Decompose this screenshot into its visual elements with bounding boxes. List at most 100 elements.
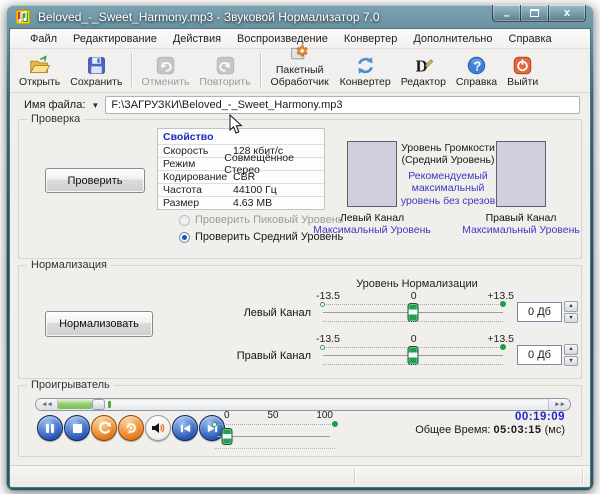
check-section-label: Проверка	[27, 113, 84, 125]
current-time: 00:19:09	[415, 411, 565, 423]
menu-file[interactable]: Файл	[30, 33, 57, 45]
convert-arrows-icon	[355, 55, 376, 76]
stop-icon	[73, 424, 82, 433]
left-channel-meter	[347, 141, 397, 207]
toolbar: Открыть Сохранить Отменить Повторить Пак…	[10, 49, 590, 93]
table-row: Размер4.63 MB	[158, 196, 324, 209]
spin-up-icon[interactable]: ▲	[564, 344, 578, 355]
menu-extra[interactable]: Дополнительно	[413, 33, 492, 45]
left-slider-label: Левый Канал	[211, 307, 311, 319]
save-button[interactable]: Сохранить	[65, 54, 127, 89]
radio-icon	[179, 215, 190, 226]
meter-hint: Рекомендуемый максимальный уровень без с…	[397, 170, 499, 207]
volume-scale: 050100	[215, 410, 335, 421]
client-area: Файл Редактирование Действия Воспроизвед…	[10, 29, 590, 487]
right-slider-scale: -13.50+13.5	[316, 333, 514, 345]
previous-button[interactable]	[172, 415, 198, 441]
repeat-icon	[124, 421, 138, 435]
seek-track[interactable]	[58, 399, 548, 410]
menu-converter[interactable]: Конвертер	[344, 33, 397, 45]
range-start-icon	[320, 345, 325, 350]
volume-thumb[interactable]	[222, 428, 233, 445]
radio-checked-icon[interactable]	[179, 232, 190, 243]
left-max-level-label: Максимальный Уровень	[305, 224, 439, 236]
mute-button[interactable]	[145, 415, 171, 441]
editor-icon: D	[413, 55, 434, 76]
exit-power-icon	[512, 55, 533, 76]
total-time-label: Общее Время:	[415, 424, 490, 436]
help-icon: ?	[466, 55, 487, 76]
seek-progress-fill	[58, 400, 92, 409]
seek-back-icon[interactable]: ◄◄	[36, 399, 58, 410]
app-window: Beloved_-_Sweet_Harmony.mp3 - Звуковой Н…	[6, 5, 594, 491]
shuffle-button[interactable]	[91, 415, 117, 441]
normalization-section-label: Нормализация	[27, 259, 111, 271]
player-buttons	[37, 415, 225, 441]
file-name-label: Имя файла:	[24, 99, 85, 111]
left-db-input[interactable]: 0 Дб	[517, 302, 562, 322]
left-db-stepper: ▲ ▼	[564, 301, 578, 323]
menu-edit[interactable]: Редактирование	[73, 33, 157, 45]
right-channel-label: Правый Канал	[465, 212, 577, 224]
normalization-section: Нормализация Нормализовать Уровень Норма…	[18, 265, 582, 379]
range-start-icon	[320, 302, 325, 307]
right-max-level-label: Максимальный Уровень	[454, 224, 588, 236]
undo-icon	[155, 55, 176, 76]
volume-ticks	[215, 424, 335, 425]
left-slider-thumb[interactable]	[408, 303, 419, 322]
menu-help[interactable]: Справка	[509, 33, 552, 45]
left-slider-scale: -13.50+13.5	[316, 290, 514, 302]
batch-processor-button[interactable]: Пакетный Обработчик	[265, 42, 335, 89]
repeat-button[interactable]	[118, 415, 144, 441]
check-button[interactable]: Проверить	[45, 168, 145, 193]
right-slider-thumb[interactable]	[408, 346, 419, 365]
right-channel-slider[interactable]	[323, 355, 503, 356]
converter-button[interactable]: Конвертер	[335, 54, 396, 89]
total-time-unit: (мс)	[545, 424, 565, 436]
help-button[interactable]: ? Справка	[451, 54, 502, 89]
undo-button: Отменить	[136, 54, 194, 89]
seek-forward-icon[interactable]: ►►	[548, 399, 570, 410]
player-section-label: Проигрыватель	[27, 379, 114, 391]
normalize-button[interactable]: Нормализовать	[45, 311, 153, 337]
mouse-cursor	[228, 114, 243, 135]
right-slider-label: Правый Канал	[211, 350, 311, 362]
redo-button: Повторить	[194, 54, 255, 89]
status-divider	[582, 469, 583, 484]
table-row: Частота44100 Гц	[158, 183, 324, 196]
left-channel-slider[interactable]	[323, 312, 503, 313]
close-button[interactable]: x	[548, 5, 586, 22]
range-start-icon	[212, 422, 217, 427]
right-db-input[interactable]: 0 Дб	[517, 345, 562, 365]
app-icon	[16, 9, 32, 25]
spin-up-icon[interactable]: ▲	[564, 301, 578, 312]
range-end-icon	[332, 421, 338, 427]
titlebar[interactable]: Beloved_-_Sweet_Harmony.mp3 - Звуковой Н…	[6, 5, 594, 29]
file-name-input[interactable]: F:\ЗАГРУЗКИ\Beloved_-_Sweet_Harmony.mp3	[105, 96, 580, 114]
minimize-button[interactable]: –	[492, 5, 521, 22]
pause-icon	[46, 424, 49, 433]
range-end-icon	[500, 301, 506, 307]
table-row: РежимСовмещённое Стерео	[158, 157, 324, 170]
left-channel-label: Левый Канал	[316, 212, 428, 224]
window-title: Beloved_-_Sweet_Harmony.mp3 - Звуковой Н…	[38, 10, 380, 24]
editor-button[interactable]: D Редактор	[396, 54, 451, 89]
open-button[interactable]: Открыть	[14, 54, 65, 89]
seek-thumb[interactable]	[92, 399, 105, 410]
maximize-button[interactable]	[521, 5, 548, 22]
pause-button[interactable]	[37, 415, 63, 441]
right-slider-ticks-bottom	[323, 364, 503, 365]
volume-ticks-bottom	[215, 448, 335, 449]
properties-table: Свойство Скорость128 кбит/с РежимСовмещё…	[157, 128, 325, 210]
time-display: 00:19:09 Общее Время: 05:03:15 (мс)	[415, 411, 565, 436]
spin-down-icon[interactable]: ▼	[564, 356, 578, 367]
menu-actions[interactable]: Действия	[173, 33, 221, 45]
chevron-down-icon[interactable]: ▼	[91, 101, 99, 110]
save-floppy-icon	[86, 55, 107, 76]
volume-slider-block: 050100	[215, 410, 335, 449]
stop-button[interactable]	[64, 415, 90, 441]
range-end-icon	[500, 344, 506, 350]
volume-slider[interactable]	[217, 436, 330, 437]
exit-button[interactable]: Выйти	[502, 54, 543, 89]
spin-down-icon[interactable]: ▼	[564, 313, 578, 324]
